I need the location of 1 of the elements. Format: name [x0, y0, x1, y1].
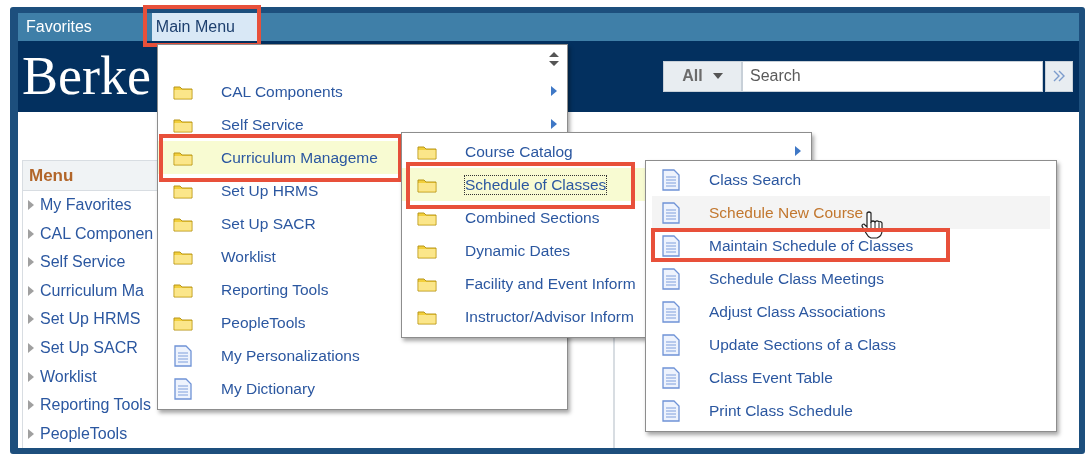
logo-text: Berke — [22, 49, 151, 104]
